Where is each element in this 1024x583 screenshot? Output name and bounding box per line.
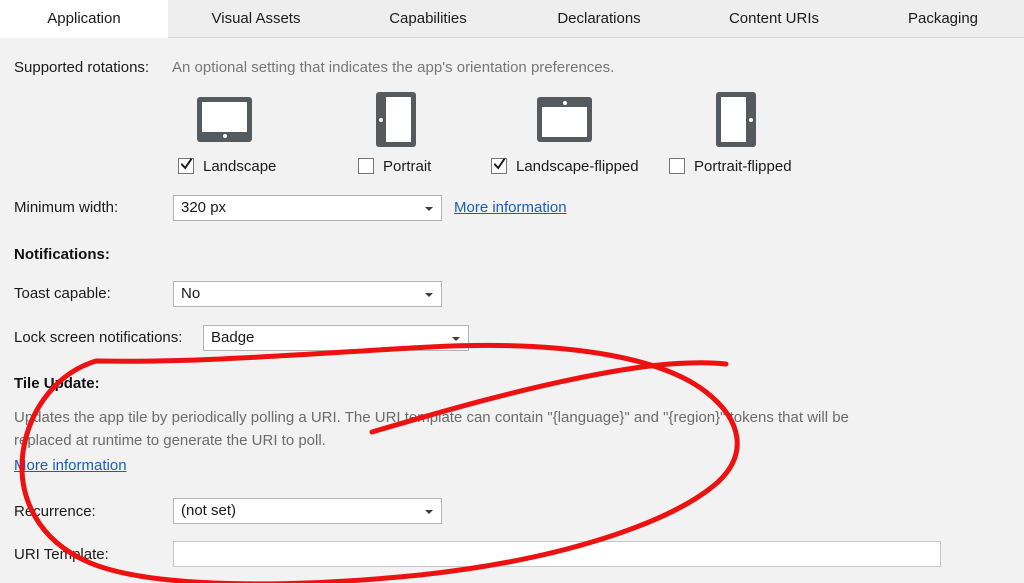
tile-update-heading: Tile Update: (14, 375, 100, 392)
red-ellipse-annotation (0, 0, 1024, 583)
tab-declarations[interactable]: Declarations (512, 0, 686, 38)
portrait-flipped-checkbox-box[interactable] (669, 158, 685, 174)
chevron-down-icon[interactable] (452, 337, 460, 341)
lock-screen-notifications-dropdown[interactable]: Badge (203, 325, 469, 351)
portrait-checkbox-label: Portrait (383, 157, 431, 177)
notifications-heading: Notifications: (14, 246, 110, 263)
portrait-checkbox-box[interactable] (358, 158, 374, 174)
chevron-down-icon[interactable] (425, 510, 433, 514)
tile-update-description-line-1: Updates the app tile by periodically pol… (14, 406, 849, 429)
lock-screen-notifications-label: Lock screen notifications: (14, 329, 182, 346)
portrait-flipped-device-button (749, 118, 753, 122)
toast-capable-label: Toast capable: (14, 285, 111, 302)
landscape-device-screen (202, 102, 247, 132)
landscape-device-icon (197, 97, 252, 142)
portrait-device-button (379, 118, 383, 122)
landscape-flipped-device-button (563, 101, 567, 105)
landscape-flipped-checkbox-label: Landscape-flipped (516, 157, 639, 177)
landscape-flipped-checkbox-box[interactable] (491, 158, 507, 174)
tab-visual-assets[interactable]: Visual Assets (168, 0, 344, 38)
tab-strip: Application Visual Assets Capabilities D… (0, 0, 1024, 38)
tab-content-uris[interactable]: Content URIs (686, 0, 862, 38)
landscape-checkbox-label: Landscape (203, 157, 276, 177)
supported-rotations-hint: An optional setting that indicates the a… (172, 59, 614, 76)
tile-update-more-information-link[interactable]: More information (14, 457, 127, 474)
portrait-device-icon (376, 92, 416, 147)
chevron-down-icon[interactable] (425, 293, 433, 297)
minimum-width-label: Minimum width: (14, 199, 118, 216)
recurrence-dropdown[interactable]: (not set) (173, 498, 442, 524)
portrait-flipped-checkbox-label: Portrait-flipped (694, 157, 792, 177)
minimum-width-value: 320 px (181, 196, 226, 220)
portrait-flipped-device-icon (716, 92, 756, 147)
tab-capabilities[interactable]: Capabilities (344, 0, 512, 38)
portrait-device-screen (386, 97, 411, 142)
minimum-width-dropdown[interactable]: 320 px (173, 195, 442, 221)
portrait-flipped-device-screen (721, 97, 746, 142)
recurrence-label: Recurrence: (14, 503, 96, 520)
landscape-flipped-device-screen (542, 107, 587, 137)
tab-application[interactable]: Application (0, 0, 168, 38)
chevron-down-icon[interactable] (425, 207, 433, 211)
check-icon (494, 157, 505, 172)
minimum-width-more-information-link[interactable]: More information (454, 199, 567, 216)
check-icon (181, 157, 192, 172)
uri-template-input[interactable] (173, 541, 941, 567)
toast-capable-dropdown[interactable]: No (173, 281, 442, 307)
landscape-device-button (223, 134, 227, 138)
lock-screen-notifications-value: Badge (211, 326, 254, 350)
landscape-flipped-device-icon (537, 97, 592, 142)
uri-template-label: URI Template: (14, 546, 109, 563)
tab-packaging[interactable]: Packaging (862, 0, 1024, 38)
supported-rotations-label: Supported rotations: (14, 59, 149, 76)
landscape-checkbox-box[interactable] (178, 158, 194, 174)
tile-update-description-line-2: replaced at runtime to generate the URI … (14, 429, 326, 452)
recurrence-value: (not set) (181, 499, 236, 523)
toast-capable-value: No (181, 282, 200, 306)
